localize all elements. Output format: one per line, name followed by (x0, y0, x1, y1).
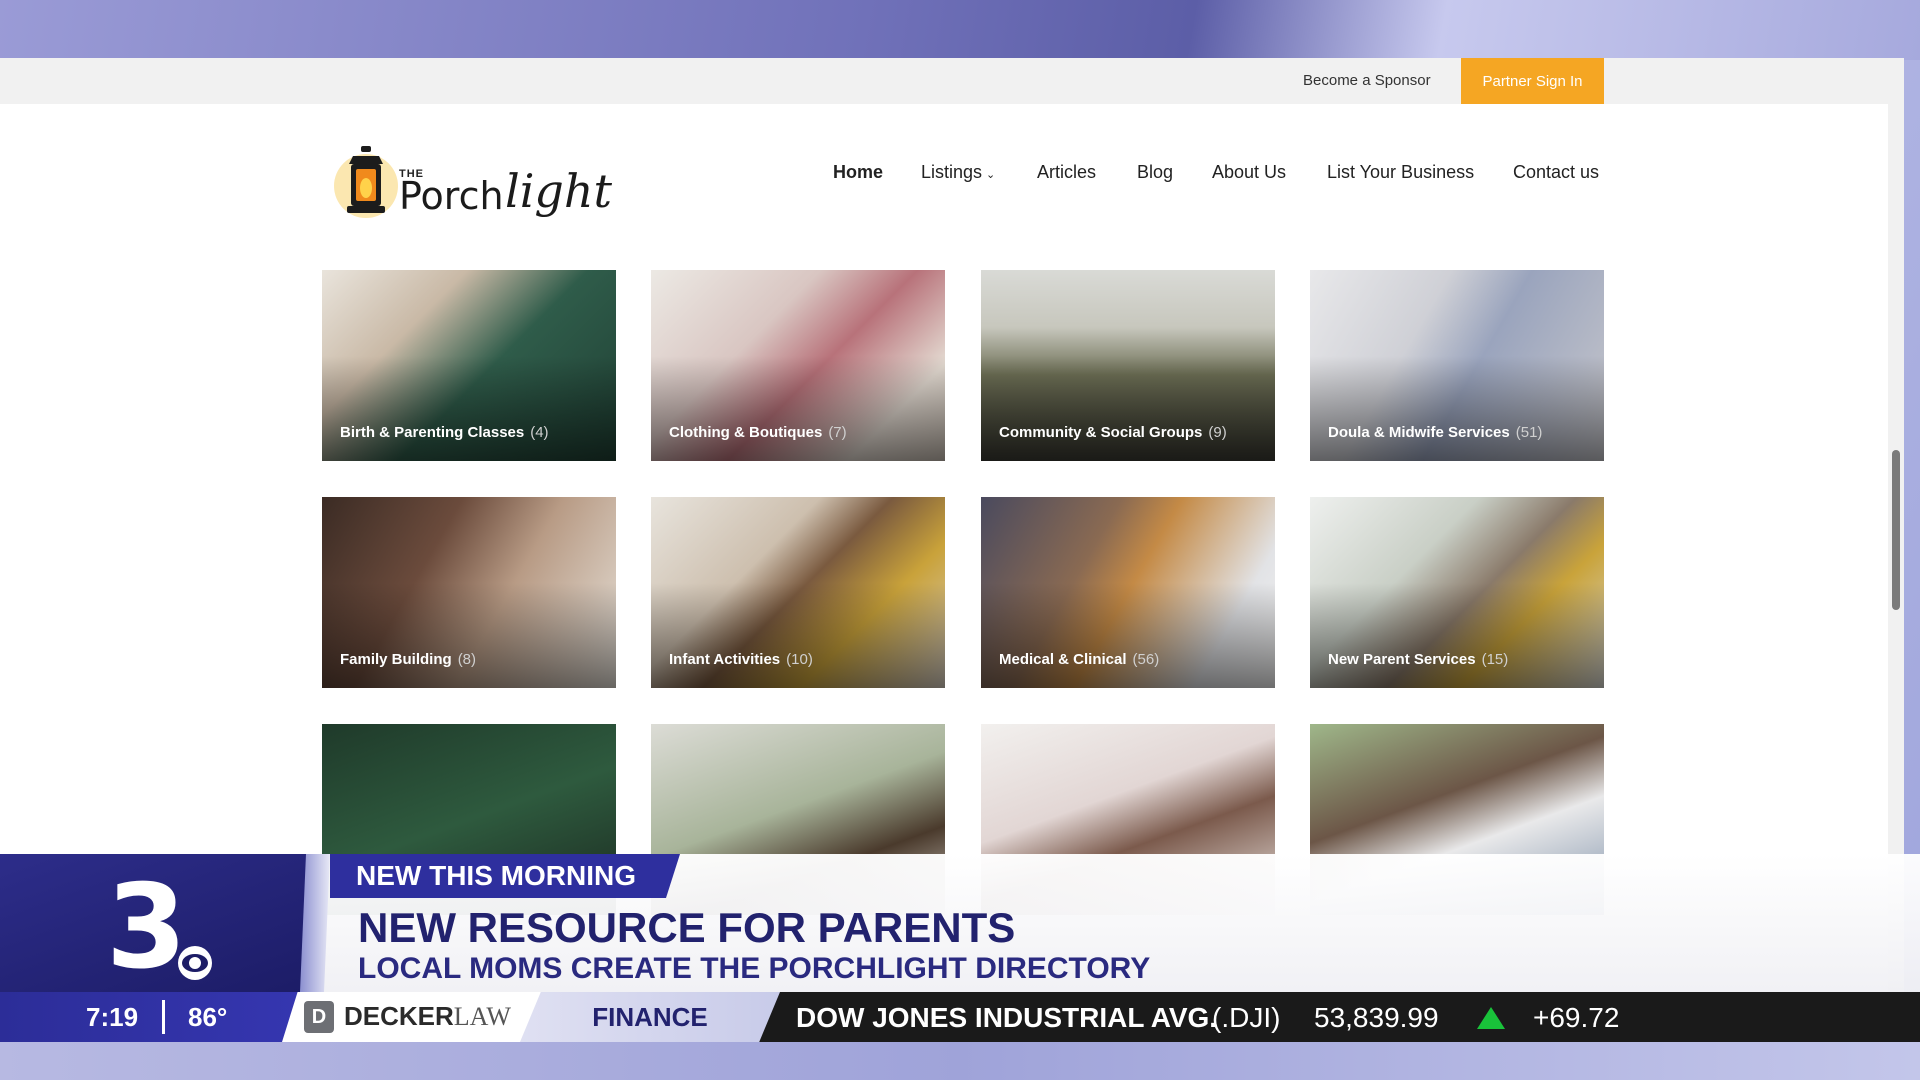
scrollbar-thumb[interactable] (1892, 450, 1900, 610)
nav-listings[interactable]: Listings ⌄ (921, 162, 995, 183)
category-label: Community & Social Groups (9) (999, 424, 1227, 441)
sponsor-name: DECKERLAW (344, 1001, 511, 1031)
new-this-morning-badge: NEW THIS MORNING (330, 854, 680, 898)
ticker-index-value: 53,839.99 (1314, 1002, 1439, 1033)
ticker-index-change: +69.72 (1533, 1002, 1620, 1033)
current-temperature: 86° (188, 1002, 228, 1032)
decker-law-logo-icon: D (304, 1001, 334, 1033)
category-label: Family Building (8) (340, 651, 477, 668)
ticker-index-name: DOW JONES INDUSTRIAL AVG. (796, 1002, 1218, 1033)
category-tile-doula-midwife[interactable]: Doula & Midwife Services (51) (1310, 270, 1604, 461)
category-tile-medical-clinical[interactable]: Medical & Clinical (56) (981, 497, 1275, 688)
chevron-down-icon: ⌄ (986, 169, 996, 181)
nav-articles[interactable]: Articles (1037, 162, 1096, 183)
up-arrow-icon (1477, 1007, 1505, 1029)
cbs-eye-icon (178, 946, 212, 980)
category-tile-family-building[interactable]: Family Building (8) (322, 497, 616, 688)
category-tile-community[interactable]: Community & Social Groups (9) (981, 270, 1275, 461)
category-tile-clothing[interactable]: Clothing & Boutiques (7) (651, 270, 945, 461)
channel-number: 3 (106, 860, 187, 995)
partner-sign-in-button[interactable]: Partner Sign In (1461, 58, 1604, 104)
category-label: Doula & Midwife Services (51) (1328, 424, 1543, 441)
nav-about-us[interactable]: About Us (1212, 162, 1286, 183)
main-nav: Home Listings ⌄ Articles Blog About Us Li… (0, 162, 1604, 192)
news-subheadline: LOCAL MOMS CREATE THE PORCHLIGHT DIRECTO… (358, 952, 1151, 985)
ticker-index-symbol: (.DJI) (1212, 1002, 1281, 1033)
news-ticker: 7:19 86° D DECKERLAW FINANCE DOW JONES I… (0, 992, 1920, 1042)
category-label: Infant Activities (10) (669, 651, 813, 668)
category-tile-infant-activities[interactable]: Infant Activities (10) (651, 497, 945, 688)
background-top-band (0, 0, 1920, 60)
nav-list-your-business[interactable]: List Your Business (1327, 162, 1474, 183)
category-label: Birth & Parenting Classes (4) (340, 424, 549, 441)
category-label: New Parent Services (15) (1328, 651, 1509, 668)
time-temp-box: 7:19 86° (0, 992, 300, 1042)
nav-blog[interactable]: Blog (1137, 162, 1173, 183)
divider (162, 1000, 165, 1034)
nav-listings-label: Listings (921, 162, 983, 182)
nav-contact-us[interactable]: Contact us (1513, 162, 1599, 183)
background-bottom-band (0, 1042, 1920, 1080)
category-label: Medical & Clinical (56) (999, 651, 1160, 668)
become-sponsor-link[interactable]: Become a Sponsor (1303, 72, 1431, 89)
news-lower-third: 3 NEW THIS MORNING NEW RESOURCE FOR PARE… (0, 854, 1920, 1080)
current-time: 7:19 (86, 1002, 139, 1032)
category-tile-new-parent-services[interactable]: New Parent Services (15) (1310, 497, 1604, 688)
category-tile-birth-parenting[interactable]: Birth & Parenting Classes (4) (322, 270, 616, 461)
utility-bar: Become a Sponsor Partner Sign In (0, 58, 1904, 104)
nav-home[interactable]: Home (833, 162, 883, 183)
ticker-category: FINANCE (520, 992, 780, 1042)
category-label: Clothing & Boutiques (7) (669, 424, 847, 441)
channel-logo-panel: 3 (0, 854, 318, 992)
sponsor-box: D DECKERLAW (282, 992, 542, 1042)
news-headline: NEW RESOURCE FOR PARENTS (358, 904, 1016, 951)
